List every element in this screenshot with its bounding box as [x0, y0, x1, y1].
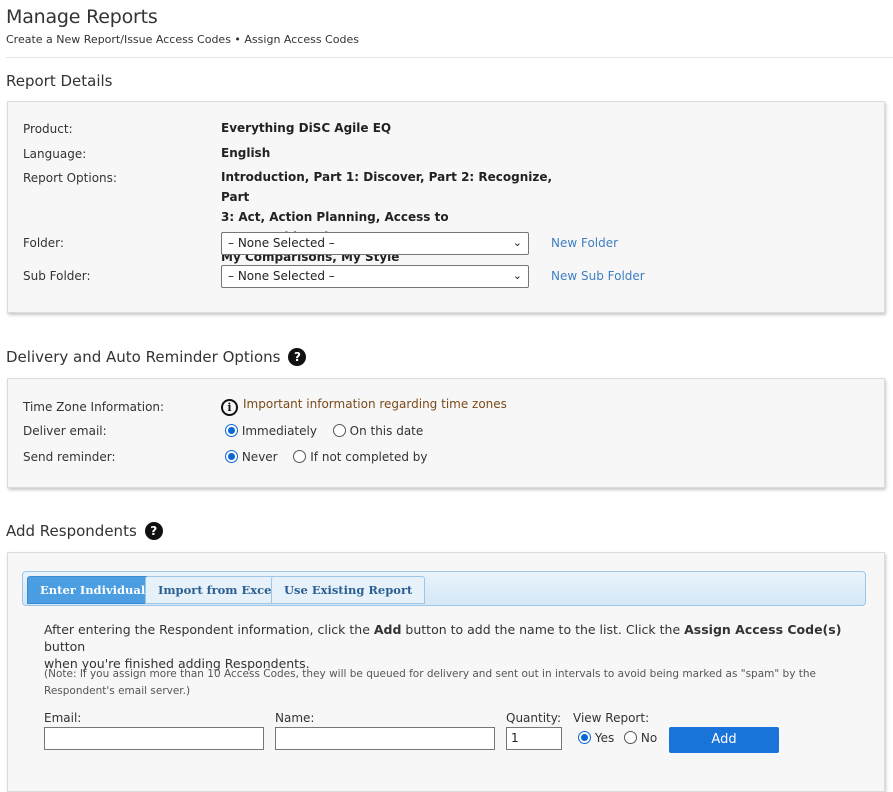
add-respondents-title: Add Respondents ?	[6, 522, 163, 540]
instructions-part: button	[44, 639, 86, 654]
name-input[interactable]	[275, 727, 495, 750]
deliver-on-date-label: On this date	[349, 424, 424, 438]
chevron-down-icon: ⌄	[512, 236, 522, 249]
view-report-yes-label: Yes	[594, 731, 615, 745]
deliver-immediately-radio[interactable]	[225, 424, 238, 437]
help-icon[interactable]: ?	[288, 348, 307, 366]
respondent-tabs: Enter Individual Import from Excel Use E…	[22, 571, 866, 606]
view-report-no-option[interactable]: No	[624, 731, 657, 745]
product-value: Everything DiSC Agile EQ	[221, 121, 392, 135]
deliver-on-date-radio[interactable]	[332, 424, 346, 437]
delivery-title-text: Delivery and Auto Reminder Options	[6, 348, 281, 366]
spam-note: (Note: If you assign more than 10 Access…	[44, 666, 816, 700]
instructions-add-emphasis: Add	[373, 622, 402, 637]
reminder-never-option[interactable]: Never	[225, 450, 278, 464]
report-options-line: Introduction, Part 1: Discover, Part 2: …	[221, 170, 553, 204]
folder-select-value: – None Selected –	[228, 236, 335, 250]
folder-label: Folder:	[23, 236, 64, 250]
instructions-part: button to add the name to the list. Clic…	[401, 622, 685, 637]
email-label: Email:	[44, 711, 82, 725]
subfolder-select[interactable]: – None Selected – ⌄	[221, 265, 529, 288]
send-reminder-label: Send reminder:	[23, 450, 116, 464]
spam-note-line-2: Respondent's email server.)	[44, 685, 191, 697]
instructions-part: After entering the Respondent informatio…	[44, 622, 374, 637]
send-reminder-options: Never If not completed by	[225, 450, 440, 464]
quantity-label: Quantity:	[506, 711, 562, 725]
view-report-options: Yes No	[578, 731, 669, 745]
reminder-never-label: Never	[241, 450, 278, 464]
view-report-yes-radio[interactable]	[578, 731, 591, 744]
quantity-input[interactable]: 1	[506, 727, 562, 750]
add-respondents-title-text: Add Respondents	[6, 522, 137, 540]
reminder-if-not-completed-label: If not completed by	[310, 450, 428, 464]
view-report-yes-option[interactable]: Yes	[578, 731, 614, 745]
reminder-if-not-completed-radio[interactable]	[293, 450, 307, 463]
deliver-email-label: Deliver email:	[23, 424, 107, 438]
add-button[interactable]: Add	[669, 727, 779, 753]
deliver-on-date-option[interactable]: On this date	[332, 424, 424, 438]
view-report-no-radio[interactable]	[624, 731, 638, 744]
subfolder-label: Sub Folder:	[23, 269, 91, 283]
language-label: Language:	[23, 147, 87, 161]
tab-use-existing-report[interactable]: Use Existing Report	[271, 576, 426, 604]
report-details-panel: Product: Everything DiSC Agile EQ Langua…	[7, 101, 885, 313]
page-title: Manage Reports	[6, 6, 158, 28]
email-input[interactable]	[44, 727, 264, 750]
help-icon[interactable]: ?	[144, 522, 163, 540]
timezone-label: Time Zone Information:	[23, 400, 165, 414]
breadcrumb: Create a New Report/Issue Access Codes •…	[6, 33, 359, 46]
new-folder-link[interactable]: New Folder	[551, 236, 618, 250]
folder-select[interactable]: – None Selected – ⌄	[221, 232, 529, 255]
info-icon: i	[221, 399, 238, 416]
tab-import-from-excel[interactable]: Import from Excel	[145, 576, 289, 604]
delivery-title: Delivery and Auto Reminder Options ?	[6, 348, 307, 366]
deliver-immediately-option[interactable]: Immediately	[225, 424, 317, 438]
instructions-text: After entering the Respondent informatio…	[44, 621, 884, 672]
reminder-never-radio[interactable]	[225, 450, 238, 463]
chevron-down-icon: ⌄	[512, 269, 522, 282]
view-report-label: View Report:	[573, 711, 650, 725]
reminder-if-not-completed-option[interactable]: If not completed by	[293, 450, 428, 464]
report-details-title-text: Report Details	[6, 72, 113, 90]
timezone-info-text: Important information regarding time zon…	[243, 397, 507, 411]
report-options-label: Report Options:	[23, 171, 117, 185]
product-label: Product:	[23, 122, 73, 136]
subfolder-select-value: – None Selected –	[228, 269, 335, 283]
language-value: English	[221, 146, 271, 160]
view-report-no-label: No	[640, 731, 658, 745]
deliver-email-options: Immediately On this date	[225, 424, 435, 438]
delivery-panel: Time Zone Information: i Important inform…	[7, 378, 885, 488]
new-subfolder-link[interactable]: New Sub Folder	[551, 269, 645, 283]
spam-note-line-1: (Note: If you assign more than 10 Access…	[44, 668, 816, 680]
tab-enter-individual[interactable]: Enter Individual	[27, 576, 159, 604]
add-respondents-panel: Enter Individual Import from Excel Use E…	[7, 552, 885, 792]
header-divider	[6, 57, 893, 58]
instructions-assign-emphasis: Assign Access Code(s)	[684, 622, 842, 637]
timezone-info-link[interactable]: i Important information regarding time zo…	[221, 397, 507, 416]
name-label: Name:	[275, 711, 315, 725]
report-details-title: Report Details	[6, 72, 113, 90]
deliver-immediately-label: Immediately	[241, 424, 317, 438]
